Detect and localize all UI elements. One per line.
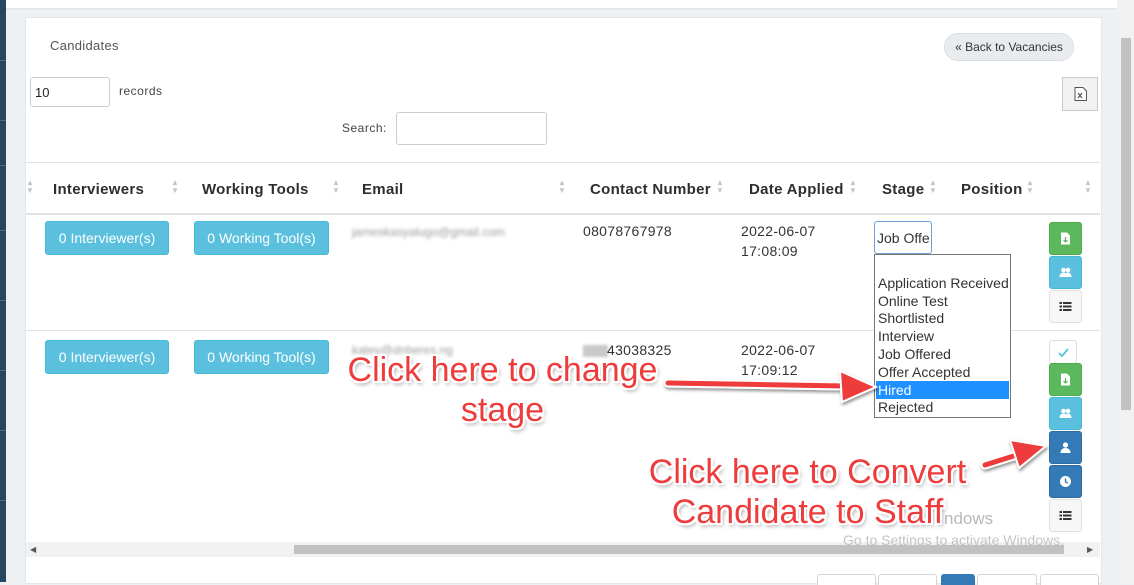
annotation-convert-to-staff: Click here to Convert Candidate to Staff [648, 453, 967, 531]
stage-option[interactable]: Online Test [876, 292, 1009, 310]
check-icon [1057, 347, 1069, 357]
sort-icon[interactable]: ▲ ▼ [332, 179, 340, 195]
annotation-change-stage: Click here to change stage [347, 351, 658, 429]
header-stage[interactable]: Stage [882, 181, 924, 198]
sort-icon[interactable]: ▲ ▼ [849, 179, 857, 195]
users-icon [1059, 267, 1072, 277]
stage-option-selected[interactable]: Hired [876, 381, 1009, 399]
scroll-right-icon[interactable]: ▶ [1087, 545, 1093, 554]
excel-icon [1074, 87, 1087, 101]
vertical-scrollbar[interactable] [1117, 0, 1134, 582]
list-icon [1059, 302, 1072, 311]
time-cell: 17:09:12 [741, 362, 798, 378]
schedule-button[interactable] [1049, 465, 1082, 498]
records-per-page-input[interactable] [30, 77, 110, 107]
interviewers-button[interactable]: 0 Interviewer(s) [45, 340, 169, 374]
working-tools-button[interactable]: 0 Working Tool(s) [194, 221, 329, 255]
contact-cell: 08078767978 [583, 223, 672, 239]
list-icon [1059, 511, 1072, 520]
table-header: ▲ ▼ Interviewers ▲ ▼ Working Tools ▲ ▼ Emai… [26, 162, 1100, 215]
sort-icon[interactable]: ▲ ▼ [558, 179, 566, 195]
file-download-icon [1061, 373, 1070, 386]
users-icon [1059, 408, 1072, 418]
scroll-left-icon[interactable]: ◀ [30, 545, 36, 554]
sort-icon[interactable]: ▲ ▼ [1084, 179, 1092, 195]
header-email[interactable]: Email [362, 181, 404, 198]
details-list-button[interactable] [1049, 499, 1082, 532]
details-list-button[interactable] [1049, 290, 1082, 323]
user-icon [1060, 442, 1071, 453]
interviewers-assign-button[interactable] [1049, 256, 1082, 289]
stage-option[interactable]: Offer Accepted [876, 363, 1009, 381]
email-cell: jameskasyalugo@gmail.com [352, 225, 505, 239]
date-cell: 2022-06-07 [741, 223, 816, 239]
time-cell: 17:08:09 [741, 243, 798, 259]
activation-watermark-subtext: Go to Settings to activate Windows. [843, 532, 1064, 548]
sort-icon[interactable]: ▲ ▼ [1026, 179, 1034, 195]
convert-to-staff-button[interactable] [1049, 431, 1082, 464]
date-cell: 2022-06-07 [741, 342, 816, 358]
header-position[interactable]: Position [961, 181, 1023, 198]
pagination-button[interactable] [817, 574, 876, 585]
excel-export-button[interactable] [1062, 77, 1098, 111]
stage-option[interactable]: Interview [876, 327, 1009, 345]
sort-icon[interactable]: ▲ ▼ [171, 179, 179, 195]
download-cv-button[interactable] [1049, 222, 1082, 255]
pagination-button[interactable] [878, 574, 937, 585]
stage-dropdown[interactable]: Application Received Online Test Shortli… [874, 254, 1011, 418]
download-cv-button[interactable] [1049, 363, 1082, 396]
stage-select[interactable]: Job Offe [874, 221, 932, 254]
sort-icon[interactable]: ▲ ▼ [929, 179, 937, 195]
page-title: Candidates [50, 38, 119, 53]
search-input[interactable] [396, 112, 547, 145]
back-to-vacancies-button[interactable]: « Back to Vacancies [944, 33, 1074, 61]
interviewers-button[interactable]: 0 Interviewer(s) [45, 221, 169, 255]
file-download-icon [1061, 232, 1070, 245]
records-label: records [119, 84, 163, 98]
stage-option[interactable]: Rejected [876, 398, 1009, 416]
select-checkbox[interactable] [1049, 340, 1077, 364]
stage-option[interactable]: Job Offered [876, 345, 1009, 363]
pagination-button[interactable] [977, 574, 1037, 585]
stage-option[interactable]: Shortlisted [876, 309, 1009, 327]
top-bar [6, 0, 1117, 8]
clock-icon [1060, 476, 1071, 487]
header-contact-number[interactable]: Contact Number [590, 181, 711, 198]
search-label: Search: [342, 121, 387, 135]
working-tools-button[interactable]: 0 Working Tool(s) [194, 340, 329, 374]
header-interviewers[interactable]: Interviewers [53, 181, 144, 198]
interviewers-assign-button[interactable] [1049, 397, 1082, 430]
pagination-button[interactable] [1040, 574, 1099, 585]
stage-option[interactable]: Application Received [876, 274, 1009, 292]
sort-icon[interactable]: ▲ ▼ [716, 179, 724, 195]
pagination-current[interactable] [941, 574, 975, 585]
sort-icon[interactable]: ▲ ▼ [26, 179, 34, 195]
left-sidebar-strip [0, 0, 6, 582]
header-working-tools[interactable]: Working Tools [202, 181, 309, 198]
header-date-applied[interactable]: Date Applied [749, 181, 844, 198]
